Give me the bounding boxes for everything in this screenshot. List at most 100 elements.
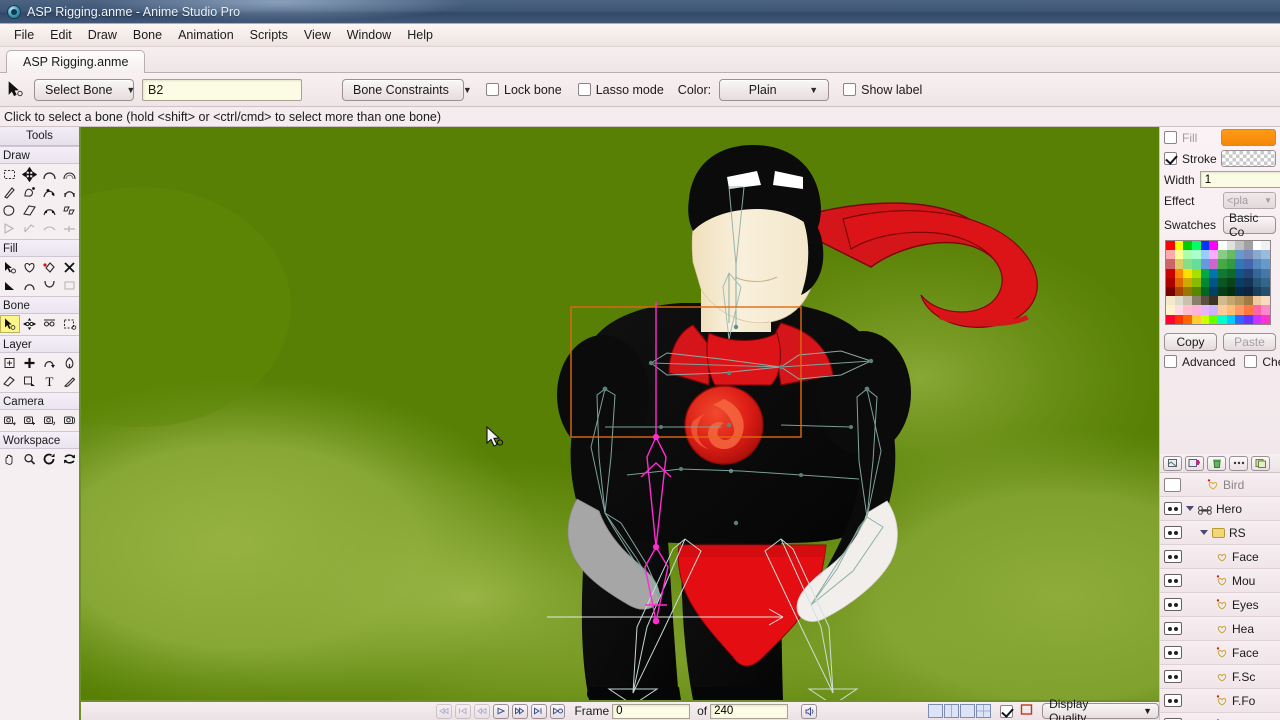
swatch[interactable] [1244, 286, 1253, 297]
camera-frame-icon[interactable] [1020, 703, 1033, 719]
track-camera-icon[interactable] [0, 411, 20, 429]
swatch[interactable] [1252, 241, 1262, 251]
swatch[interactable] [1218, 268, 1227, 278]
swatches-set-dropdown[interactable]: Basic Co [1223, 211, 1276, 239]
swatch[interactable] [1183, 241, 1192, 251]
visibility-toggle[interactable] [1164, 526, 1182, 539]
swatch[interactable] [1218, 296, 1227, 306]
swatch[interactable] [1252, 314, 1262, 324]
swatch[interactable] [1174, 250, 1184, 260]
swatch[interactable] [1226, 296, 1236, 306]
menu-item-view[interactable]: View [296, 25, 339, 45]
display-quality-dropdown[interactable]: Display Quality ▼ [1042, 697, 1160, 720]
swatch[interactable] [1192, 250, 1201, 260]
swatch[interactable] [1166, 250, 1175, 260]
swatch[interactable] [1218, 286, 1227, 297]
menu-item-animation[interactable]: Animation [170, 25, 242, 45]
transform-bone-icon[interactable] [20, 315, 40, 333]
follow-path-icon[interactable] [20, 372, 40, 390]
visibility-toggle[interactable] [1164, 502, 1182, 515]
swatch[interactable] [1218, 305, 1227, 315]
pan-icon[interactable] [0, 450, 20, 468]
layer-row-face2[interactable]: Face [1160, 641, 1280, 665]
swatch[interactable] [1183, 268, 1192, 278]
frame-input[interactable] [612, 703, 691, 719]
swatch[interactable] [1166, 305, 1175, 315]
swatch[interactable] [1252, 305, 1262, 315]
bend-icon[interactable] [59, 183, 79, 201]
swatch[interactable] [1226, 314, 1236, 324]
new-layer-icon[interactable] [1163, 455, 1182, 471]
select-shape-icon[interactable] [0, 258, 20, 276]
tool-dropdown[interactable]: Select Bone ▼ [34, 78, 135, 101]
swatch[interactable] [1218, 250, 1227, 260]
roll-camera-icon[interactable] [40, 411, 60, 429]
layer-row-face[interactable]: Face [1160, 545, 1280, 569]
menu-item-draw[interactable]: Draw [80, 25, 125, 45]
swatch[interactable] [1261, 268, 1270, 278]
swatch[interactable] [1244, 305, 1253, 315]
swatch[interactable] [1218, 241, 1227, 251]
shear-layer-icon[interactable] [59, 354, 79, 372]
delete-layer-icon[interactable] [1207, 455, 1226, 471]
stroke-color-swatch[interactable] [1221, 150, 1276, 167]
zoom-icon[interactable] [20, 450, 40, 468]
layer-row-mouth[interactable]: Mou [1160, 569, 1280, 593]
menu-item-file[interactable]: File [6, 25, 42, 45]
swatch[interactable] [1226, 259, 1236, 269]
curve-profile-icon[interactable] [20, 276, 40, 294]
swatch[interactable] [1174, 286, 1184, 297]
add-point-icon[interactable] [0, 183, 20, 201]
swatch[interactable] [1166, 314, 1175, 324]
swatch[interactable] [1252, 286, 1262, 297]
swatch[interactable] [1174, 314, 1184, 324]
show-label-checkbox[interactable]: Show label [843, 83, 922, 97]
pan-tilt-camera-icon[interactable] [59, 411, 79, 429]
zoom-camera-icon[interactable] [20, 411, 40, 429]
swatch[interactable] [1183, 277, 1192, 287]
fast-forward-icon[interactable] [511, 703, 528, 719]
fill-color-swatch[interactable] [1221, 129, 1276, 146]
play-to-end-icon[interactable] [530, 703, 547, 719]
document-tab[interactable]: ASP Rigging.anme [6, 50, 146, 73]
swatch[interactable] [1166, 268, 1175, 278]
layer-options-icon[interactable] [1229, 455, 1248, 471]
swatch[interactable] [1235, 286, 1244, 297]
swatch[interactable] [1209, 250, 1218, 260]
reset-icon[interactable] [59, 450, 79, 468]
stroke-checkbox[interactable] [1164, 152, 1177, 165]
effect-dropdown[interactable]: <pla ▼ [1223, 192, 1276, 209]
swatch[interactable] [1200, 314, 1210, 324]
layer-row-bird[interactable]: Bird [1160, 473, 1280, 497]
swatch[interactable] [1244, 268, 1253, 278]
swatch[interactable] [1235, 259, 1244, 269]
swatch[interactable] [1200, 259, 1210, 269]
layer-row-head[interactable]: Hea [1160, 617, 1280, 641]
swatch[interactable] [1261, 286, 1270, 297]
swatch[interactable] [1261, 241, 1270, 251]
layer-row-fa[interactable]: F.A [1160, 713, 1280, 720]
rotate-icon[interactable] [40, 450, 60, 468]
curve-exposure-icon[interactable] [40, 276, 60, 294]
swatch[interactable] [1209, 241, 1218, 251]
swatch[interactable] [1174, 268, 1184, 278]
blob-icon[interactable] [0, 201, 20, 219]
visibility-toggle[interactable] [1164, 670, 1182, 683]
visibility-toggle[interactable] [1164, 622, 1182, 635]
visibility-toggle[interactable] [1164, 598, 1182, 611]
swatch[interactable] [1166, 296, 1175, 306]
menu-item-help[interactable]: Help [399, 25, 441, 45]
swatch[interactable] [1252, 277, 1262, 287]
swatch[interactable] [1200, 241, 1210, 251]
swatch[interactable] [1192, 305, 1201, 315]
menu-item-edit[interactable]: Edit [42, 25, 80, 45]
add-layer-icon[interactable] [20, 354, 40, 372]
swatch[interactable] [1226, 277, 1236, 287]
width-input[interactable] [1199, 171, 1280, 188]
swatch[interactable] [1252, 259, 1262, 269]
visibility-toggle[interactable] [1164, 477, 1181, 492]
swatch[interactable] [1235, 314, 1244, 324]
swatch[interactable] [1261, 296, 1270, 306]
swatch[interactable] [1183, 305, 1192, 315]
swatch[interactable] [1209, 296, 1218, 306]
